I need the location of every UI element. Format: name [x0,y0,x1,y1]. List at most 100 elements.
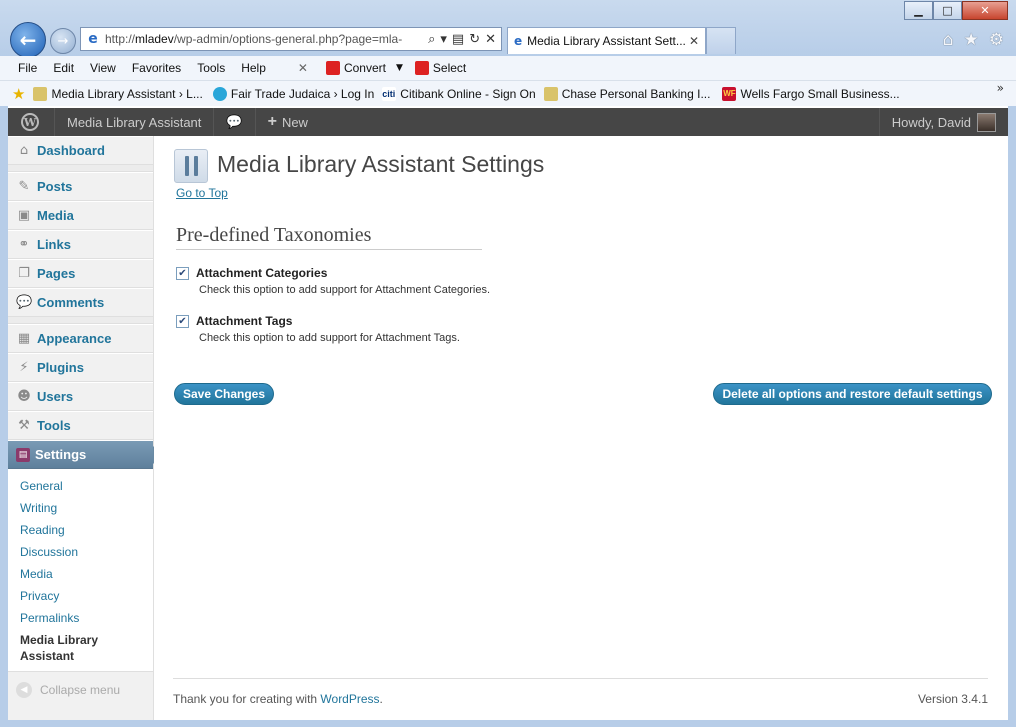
favorite-link[interactable]: WF Wells Fargo Small Business... [722,86,900,101]
ie-page-icon: e [88,31,98,47]
wordpress-logo-icon[interactable]: W [16,112,44,132]
menu-bar: File Edit View Favorites Tools Help ✕ Co… [0,56,1016,81]
address-url[interactable]: http://mladev/wp-admin/options-general.p… [105,32,428,46]
submenu-permalinks[interactable]: Permalinks [8,607,153,629]
maximize-icon[interactable]: □ [933,1,962,20]
menu-favorites[interactable]: Favorites [132,61,181,75]
submenu-writing[interactable]: Writing [8,497,153,519]
page-icon [33,86,48,101]
sidebar-item-media[interactable]: ▣ Media [8,201,153,230]
sidebar-item-pages[interactable]: ❐ Pages [8,259,153,288]
compatibility-icon[interactable]: ▤ [452,32,464,47]
sidebar-item-posts[interactable]: ✎ Posts [8,172,153,201]
go-to-top-link[interactable]: Go to Top [176,186,228,200]
browser-tab[interactable]: e Media Library Assistant Sett... ✕ [507,27,706,54]
admin-sidebar: ⌂ Dashboard ✎ Posts ▣ Media ⚭ Links ❐ Pages 💬… [8,136,162,720]
tab-close-icon[interactable]: ✕ [689,34,699,48]
settings-page-icon [174,149,208,183]
submenu-media[interactable]: Media [8,563,153,585]
favorite-link[interactable]: citi Citibank Online - Sign On [382,86,536,101]
option-description: Check this option to add support for Att… [199,284,491,296]
collapse-arrow-icon: ◀ [16,682,32,698]
plus-icon: + [267,113,277,130]
window-frame [0,106,8,720]
refresh-icon[interactable]: ↻ [469,32,480,47]
media-icon: ▣ [17,207,31,223]
menu-view[interactable]: View [90,61,116,75]
favorite-link[interactable]: Chase Personal Banking I... [543,86,710,101]
settings-icon: ▤ [16,447,30,462]
user-account-menu[interactable]: Howdy, David [878,108,1008,136]
browser-titlebar: ▁ □ ✕ ← → e http://mladev/wp-admin/optio… [0,0,1016,58]
submenu-privacy[interactable]: Privacy [8,585,153,607]
wp-admin-bar: W Media Library Assistant 💬 + New Howdy, … [8,108,1008,136]
favorite-link[interactable]: Media Library Assistant › L... [33,86,203,101]
home-icon[interactable]: ⌂ [943,30,954,50]
window-controls: ▁ □ ✕ [904,1,1008,20]
option-description: Check this option to add support for Att… [199,332,460,344]
citi-icon: citi [382,86,397,101]
sidebar-item-dashboard[interactable]: ⌂ Dashboard [8,136,153,165]
convert-dropdown-icon[interactable]: ▼ [396,63,403,73]
menu-help[interactable]: Help [241,61,266,75]
submenu-discussion[interactable]: Discussion [8,541,153,563]
sidebar-item-users[interactable]: ☻ Users [8,382,153,411]
dropdown-icon[interactable]: ▾ [440,32,447,47]
new-content-button[interactable]: + New [256,113,320,131]
new-tab-button[interactable] [706,27,736,54]
collapse-menu-button[interactable]: ◀ Collapse menu [8,672,153,708]
tab-ie-icon: e [514,34,523,48]
attachment-tags-checkbox[interactable]: ✔ [176,314,189,328]
page-icon [543,86,558,101]
sidebar-item-appearance[interactable]: ▦ Appearance [8,324,153,353]
close-window-icon[interactable]: ✕ [962,1,1008,20]
window-frame [1008,106,1016,720]
address-bar[interactable]: e http://mladev/wp-admin/options-general… [80,27,502,51]
submenu-reading[interactable]: Reading [8,519,153,541]
sidebar-item-links[interactable]: ⚭ Links [8,230,153,259]
attachment-categories-checkbox[interactable]: ✔ [176,266,189,280]
gear-icon[interactable]: ⚙ [989,30,1004,50]
add-favorite-star-icon[interactable]: ★ [12,85,25,103]
pdf-convert-icon [325,61,340,75]
minimize-icon[interactable]: ▁ [904,1,933,20]
search-icon[interactable]: ⌕ [428,32,435,47]
comments-bubble-icon[interactable]: 💬 [214,115,254,130]
pdf-select-icon [414,61,429,75]
appearance-icon: ▦ [17,330,31,346]
select-button[interactable]: Select [414,61,466,75]
site-name-link[interactable]: Media Library Assistant [55,115,213,130]
main-content: Media Library Assistant Settings Go to T… [154,136,1008,720]
menu-tools[interactable]: Tools [197,61,225,75]
restore-defaults-button[interactable]: Delete all options and restore default s… [713,383,992,405]
forward-button[interactable]: → [50,28,76,54]
comment-icon: 💬 [16,294,33,310]
tab-title: Media Library Assistant Sett... [527,34,686,48]
dashboard-icon: ⌂ [19,142,29,158]
section-title: Pre-defined Taxonomies [176,224,482,250]
back-button[interactable]: ← [10,22,46,58]
favorite-link[interactable]: Fair Trade Judaica › Log In [212,86,374,101]
more-favorites-icon[interactable]: » [997,81,1004,95]
option-label: Attachment Tags [196,314,293,328]
sidebar-item-tools[interactable]: ⚒ Tools [8,411,153,440]
close-toolbar-icon[interactable]: ✕ [298,61,308,75]
plugin-icon: ⚡ [19,359,29,375]
option-attachment-tags: ✔ Attachment Tags Check this option to a… [176,314,460,344]
convert-button[interactable]: Convert [325,61,386,75]
avatar [977,112,996,132]
save-changes-button[interactable]: Save Changes [174,383,274,405]
sidebar-item-settings[interactable]: ▤ Settings [8,440,162,469]
fairtrade-icon [212,86,227,101]
menu-file[interactable]: File [18,61,37,75]
footer-text: Thank you for creating with WordPress. [173,692,383,706]
page-title: Media Library Assistant Settings [217,151,545,177]
stop-icon[interactable]: ✕ [485,32,496,47]
menu-edit[interactable]: Edit [53,61,74,75]
wordpress-link[interactable]: WordPress [320,692,379,706]
sidebar-item-plugins[interactable]: ⚡ Plugins [8,353,153,382]
submenu-media-library-assistant[interactable]: Media Library Assistant [8,629,153,667]
favorites-star-icon[interactable]: ★ [964,30,979,50]
sidebar-item-comments[interactable]: 💬 Comments [8,288,153,317]
submenu-general[interactable]: General [8,475,153,497]
